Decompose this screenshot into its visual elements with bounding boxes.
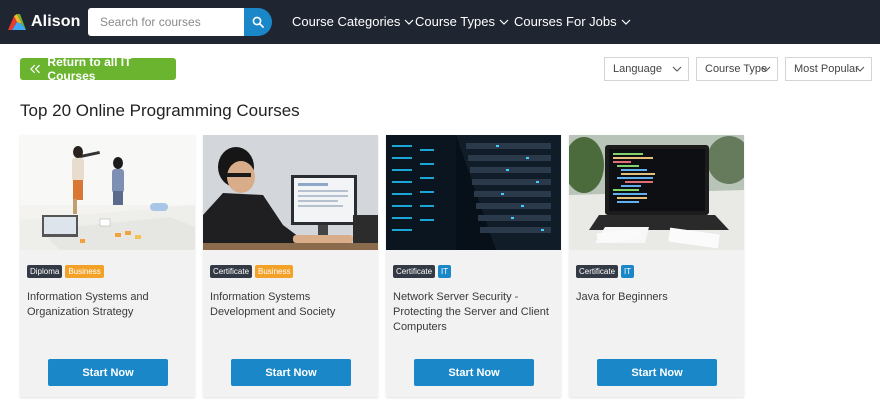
page-title: Top 20 Online Programming Courses [20, 101, 300, 120]
course-tags: Certificate Business [210, 265, 296, 278]
course-card[interactable]: Certificate IT Network Server Security -… [386, 135, 561, 397]
category-badge: Business [255, 265, 294, 278]
alison-logo-mark-icon [8, 14, 26, 30]
search-bar [88, 8, 272, 36]
alison-logo[interactable]: Alison [6, 12, 81, 32]
search-icon [252, 16, 264, 28]
course-type-badge: Certificate [576, 265, 619, 278]
filter-label: Course Type [705, 63, 768, 75]
chevron-down-icon [672, 66, 682, 72]
start-now-button[interactable]: Start Now [414, 359, 534, 386]
course-image-office-whiteboard[interactable] [20, 135, 195, 250]
nav-course-categories[interactable]: Course Categories [292, 14, 414, 29]
search-input[interactable] [88, 8, 244, 36]
return-to-it-courses-button[interactable]: Return to all IT Courses [20, 55, 176, 83]
chevron-down-icon [499, 19, 509, 25]
language-filter-select[interactable]: Language [604, 57, 689, 81]
search-button[interactable] [244, 8, 272, 36]
nav-label: Course Types [415, 14, 495, 29]
course-image-laptop-code[interactable] [569, 135, 744, 250]
course-type-badge: Diploma [27, 265, 63, 278]
filter-label: Language [613, 63, 662, 75]
course-title[interactable]: Information Systems Development and Soci… [210, 290, 370, 320]
nav-courses-for-jobs[interactable]: Courses For Jobs [514, 14, 631, 29]
course-type-badge: Certificate [210, 265, 253, 278]
back-button-label: Return to all IT Courses [47, 55, 132, 83]
double-chevron-left-icon [30, 64, 40, 74]
chevron-down-icon [855, 66, 865, 72]
course-tags: Certificate IT [393, 265, 454, 278]
course-tags: Diploma Business [27, 265, 107, 278]
logo-text: Alison [31, 13, 81, 30]
course-title[interactable]: Java for Beginners [576, 290, 736, 305]
category-badge: IT [438, 265, 452, 278]
course-title[interactable]: Information Systems and Organization Str… [27, 290, 187, 320]
start-now-button[interactable]: Start Now [48, 359, 168, 386]
nav-label: Courses For Jobs [514, 14, 617, 29]
sort-filter-select[interactable]: Most Popular [785, 57, 872, 81]
course-image-server-rack[interactable] [386, 135, 561, 250]
chevron-down-icon [761, 66, 771, 72]
course-type-badge: Certificate [393, 265, 436, 278]
course-card[interactable]: Certificate IT Java for Beginners Start … [569, 135, 744, 397]
nav-label: Course Categories [292, 14, 401, 29]
top-navbar: Alison Course Categories Course Types Co… [0, 0, 880, 44]
filter-label: Most Popular [794, 63, 859, 75]
course-image-developer-monitor[interactable] [203, 135, 378, 250]
chevron-down-icon [404, 19, 414, 25]
course-card[interactable]: Certificate Business Information Systems… [203, 135, 378, 397]
course-type-filter-select[interactable]: Course Type [696, 57, 778, 81]
chevron-down-icon [621, 19, 631, 25]
nav-course-types[interactable]: Course Types [415, 14, 509, 29]
start-now-button[interactable]: Start Now [597, 359, 717, 386]
category-badge: IT [621, 265, 635, 278]
course-title[interactable]: Network Server Security - Protecting the… [393, 290, 553, 335]
start-now-button[interactable]: Start Now [231, 359, 351, 386]
category-badge: Business [65, 265, 104, 278]
course-card[interactable]: Diploma Business Information Systems and… [20, 135, 195, 397]
course-tags: Certificate IT [576, 265, 637, 278]
